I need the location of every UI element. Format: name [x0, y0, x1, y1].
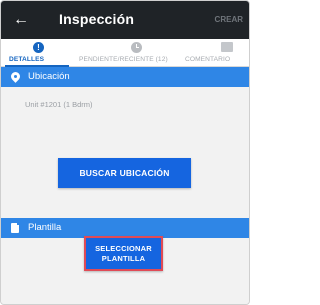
- location-section-header: Ubicación: [1, 67, 249, 87]
- find-location-button[interactable]: BUSCAR UBICACIÓN: [58, 158, 191, 188]
- app-bar: ← Inspección CREAR: [1, 1, 249, 39]
- pin-icon: [11, 72, 20, 82]
- select-template-button[interactable]: SELECCIONAR PLANTILLA: [84, 236, 163, 271]
- tab-bar: DETALLES PENDIENTE/RECIENTE (12) COMENTA…: [1, 39, 249, 67]
- info-icon: [33, 42, 44, 53]
- page-title: Inspección: [59, 11, 135, 27]
- app-frame: ← Inspección CREAR DETALLES PENDIENTE/RE…: [0, 0, 250, 305]
- location-section-body: Unit #1201 (1 Bdrm): [1, 87, 249, 218]
- back-arrow-icon[interactable]: ←: [13, 10, 31, 30]
- comment-icon: [221, 42, 233, 52]
- location-value: Unit #1201 (1 Bdrm): [25, 100, 93, 109]
- create-button[interactable]: CREAR: [215, 15, 243, 24]
- clock-icon: [131, 42, 142, 53]
- select-template-line1: SELECCIONAR: [95, 243, 152, 253]
- tab-pending-label: PENDIENTE/RECIENTE (12): [79, 56, 168, 63]
- template-header-label: Plantilla: [28, 222, 62, 233]
- select-template-line2: PLANTILLA: [101, 253, 146, 263]
- tab-pending-recent[interactable]: PENDIENTE/RECIENTE (12): [73, 39, 181, 67]
- location-header-label: Ubicación: [28, 71, 70, 82]
- tab-comments[interactable]: COMENTARIO: [181, 39, 249, 67]
- tab-comments-label: COMENTARIO: [185, 56, 231, 63]
- tab-details[interactable]: DETALLES: [1, 39, 73, 67]
- tab-details-label: DETALLES: [9, 56, 45, 63]
- template-section-header: Plantilla: [1, 218, 249, 238]
- document-icon: [11, 222, 20, 233]
